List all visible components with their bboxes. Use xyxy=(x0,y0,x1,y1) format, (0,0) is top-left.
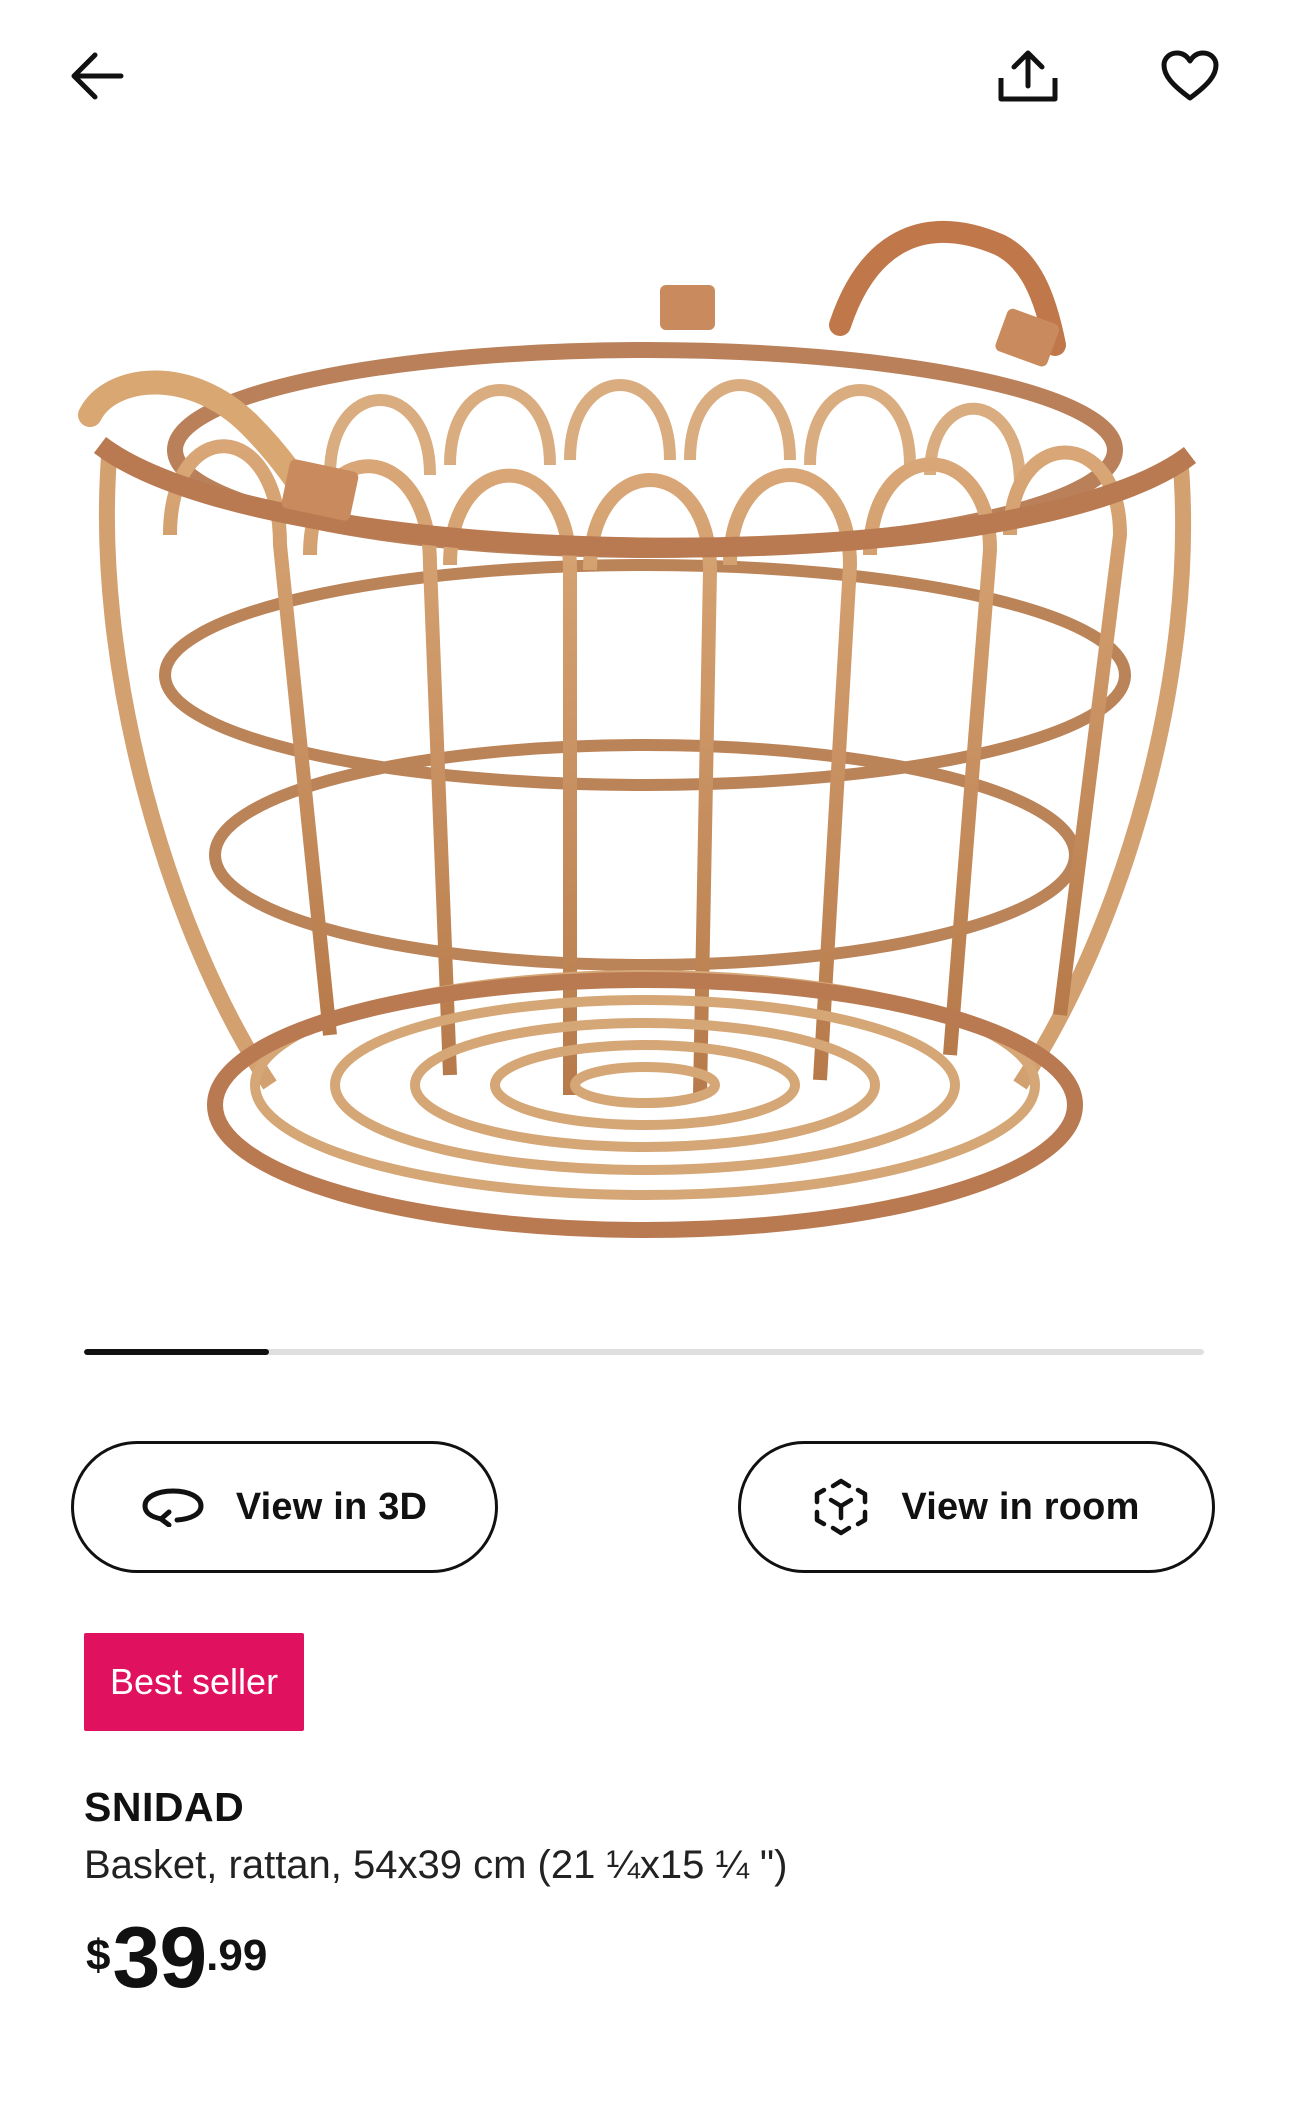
best-seller-badge: Best seller xyxy=(84,1633,305,1731)
view-in-room-label: View in room xyxy=(901,1485,1140,1528)
heart-icon xyxy=(1161,50,1219,101)
product-description: Basket, rattan, 54x39 cm (21 ¼x15 ¼ ") xyxy=(84,1843,788,1887)
favorite-button[interactable] xyxy=(1145,31,1235,121)
price-integer: 39 xyxy=(112,1910,207,2006)
price-currency: $ xyxy=(86,1931,111,1980)
ar-cube-icon xyxy=(815,1478,868,1536)
arrow-left-icon xyxy=(71,52,124,100)
share-icon xyxy=(998,50,1058,102)
price-decimal: .99 xyxy=(206,1931,268,1980)
share-button[interactable] xyxy=(983,31,1073,121)
product-price: $ 39 .99 xyxy=(86,1915,267,2001)
product-page: View in 3D View in room Best seller SNID… xyxy=(0,0,1290,2115)
back-button[interactable] xyxy=(52,31,142,121)
image-carousel-progress xyxy=(84,1349,1204,1355)
view-in-3d-label: View in 3D xyxy=(235,1485,428,1528)
basket-illustration xyxy=(78,221,1197,1238)
view-in-room-button[interactable]: View in room xyxy=(738,1441,1215,1573)
top-bar xyxy=(0,0,1290,150)
image-carousel-progress-fill xyxy=(84,1349,269,1355)
product-name: SNIDAD xyxy=(84,1784,245,1830)
product-image[interactable] xyxy=(70,215,1220,1275)
view-in-3d-button[interactable]: View in 3D xyxy=(71,1441,498,1573)
rotate-3d-icon xyxy=(142,1488,204,1527)
